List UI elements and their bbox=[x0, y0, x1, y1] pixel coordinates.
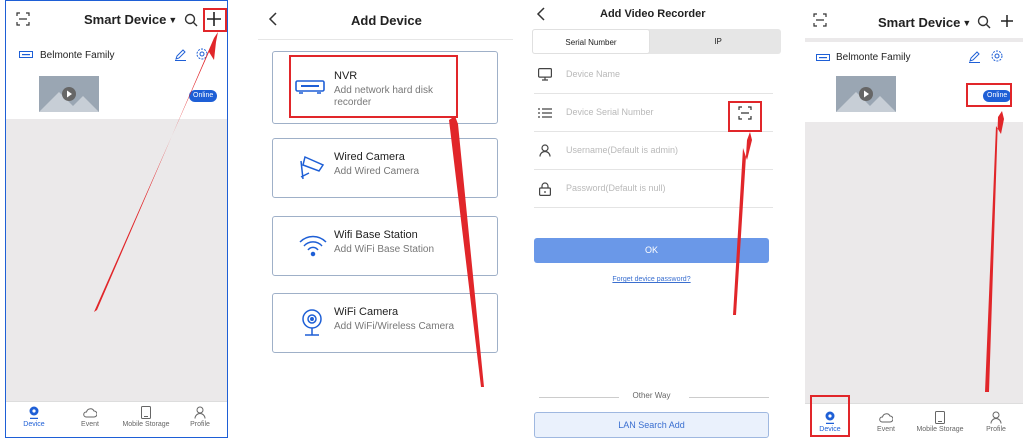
highlight-scan-button bbox=[728, 101, 762, 132]
card-subtitle: Add Wired Camera bbox=[334, 166, 420, 177]
nvr-icon bbox=[816, 54, 830, 61]
device-icon bbox=[29, 406, 39, 419]
page-title[interactable]: Smart Device ▼ bbox=[84, 12, 177, 27]
add-icon[interactable] bbox=[1000, 14, 1014, 28]
device-name-field[interactable]: Device Name bbox=[534, 56, 773, 94]
card-title: Wired Camera bbox=[334, 151, 405, 163]
chevron-down-icon: ▼ bbox=[168, 15, 178, 25]
username-field[interactable]: Username(Default is admin) bbox=[534, 132, 773, 170]
camera-thumbnail[interactable] bbox=[836, 76, 896, 112]
search-icon[interactable] bbox=[977, 15, 991, 29]
nav-event[interactable]: Event bbox=[62, 406, 118, 428]
user-icon bbox=[990, 411, 1002, 424]
page-title: Add Device bbox=[351, 13, 422, 28]
tab-serial-number[interactable]: Serial Number bbox=[532, 29, 650, 54]
serial-number-placeholder: Device Serial Number bbox=[566, 107, 654, 117]
divider bbox=[258, 39, 513, 40]
user-icon bbox=[194, 406, 206, 419]
cloud-icon bbox=[83, 408, 97, 418]
edit-icon[interactable] bbox=[174, 48, 187, 61]
header: Smart Device ▼ bbox=[805, 0, 1023, 38]
family-name: Belmonte Family bbox=[836, 52, 911, 63]
device-list-screen: Smart Device ▼ Belmonte Family Online De… bbox=[5, 0, 228, 438]
play-icon bbox=[836, 87, 896, 112]
status-badge: Online bbox=[189, 90, 218, 102]
device-name-placeholder: Device Name bbox=[566, 69, 621, 79]
nvr-icon bbox=[19, 51, 33, 58]
card-subtitle: Add WiFi Base Station bbox=[334, 244, 435, 255]
tab-group: Serial Number IP bbox=[532, 29, 781, 54]
family-name: Belmonte Family bbox=[40, 50, 115, 61]
wired-camera-card[interactable]: Wired Camera Add Wired Camera bbox=[272, 138, 498, 198]
scan-icon[interactable] bbox=[813, 13, 827, 27]
edit-icon[interactable] bbox=[968, 50, 981, 63]
nav-mobile-storage[interactable]: Mobile Storage bbox=[118, 406, 174, 428]
nav-device[interactable]: Device bbox=[6, 406, 62, 428]
bottom-nav: Device Event Mobile Storage Profile bbox=[6, 401, 227, 437]
highlight-add-button bbox=[203, 8, 227, 32]
user-icon bbox=[539, 144, 551, 157]
card-subtitle: Add WiFi/Wireless Camera bbox=[334, 321, 455, 332]
password-field[interactable]: Password(Default is null) bbox=[534, 170, 773, 208]
card-title: WiFi Camera bbox=[334, 306, 399, 318]
divider bbox=[689, 397, 769, 398]
wifi-camera-card[interactable]: WiFi Camera Add WiFi/Wireless Camera bbox=[272, 293, 498, 353]
nav-mobile-storage[interactable]: Mobile Storage bbox=[912, 411, 968, 433]
device-group: Belmonte Family Online bbox=[805, 42, 1023, 122]
highlight-nvr-card bbox=[289, 55, 458, 118]
other-way-label: Other Way bbox=[632, 391, 671, 400]
page-title[interactable]: Smart Device ▼ bbox=[878, 15, 971, 30]
ok-button[interactable]: OK bbox=[534, 238, 769, 263]
header: Smart Device ▼ bbox=[6, 1, 227, 39]
tutorial-stage: Smart Device ▼ Belmonte Family Online De… bbox=[0, 0, 1023, 443]
nav-profile[interactable]: Profile bbox=[968, 411, 1023, 433]
device-group: Belmonte Family Online bbox=[6, 39, 227, 119]
forgot-password-link[interactable]: Forget device password? bbox=[534, 276, 769, 283]
nav-profile[interactable]: Profile bbox=[172, 406, 227, 428]
gear-icon[interactable] bbox=[196, 48, 208, 60]
password-placeholder: Password(Default is null) bbox=[566, 183, 666, 193]
phone-icon bbox=[935, 411, 945, 424]
back-icon[interactable] bbox=[268, 12, 278, 26]
cloud-icon bbox=[879, 413, 893, 423]
phone-icon bbox=[141, 406, 151, 419]
nav-event[interactable]: Event bbox=[858, 411, 914, 433]
add-video-recorder-screen: Add Video Recorder Serial Number IP Devi… bbox=[529, 0, 781, 443]
username-placeholder: Username(Default is admin) bbox=[566, 145, 679, 155]
gear-icon[interactable] bbox=[991, 50, 1003, 62]
back-icon[interactable] bbox=[536, 7, 546, 21]
chevron-down-icon: ▼ bbox=[962, 18, 972, 28]
card-title: Wifi Base Station bbox=[334, 229, 418, 241]
wifi-camera-icon bbox=[302, 309, 322, 336]
tab-ip[interactable]: IP bbox=[656, 29, 780, 54]
wired-camera-icon bbox=[300, 155, 325, 180]
list-icon bbox=[538, 108, 552, 118]
highlight-device-tab bbox=[810, 395, 850, 437]
page-title: Add Video Recorder bbox=[600, 8, 706, 20]
search-icon[interactable] bbox=[184, 13, 198, 27]
highlight-online-badge bbox=[966, 83, 1012, 107]
device-list-screen-after: Smart Device ▼ Belmonte Family Online Dev… bbox=[805, 0, 1023, 443]
wifi-base-station-card[interactable]: Wifi Base Station Add WiFi Base Station bbox=[272, 216, 498, 276]
lan-search-add-button[interactable]: LAN Search Add bbox=[534, 412, 769, 438]
wifi-icon bbox=[299, 235, 327, 257]
monitor-icon bbox=[538, 68, 552, 81]
scan-icon[interactable] bbox=[16, 12, 30, 26]
camera-thumbnail[interactable] bbox=[39, 76, 99, 112]
play-icon bbox=[39, 87, 99, 112]
lock-icon bbox=[539, 182, 551, 196]
